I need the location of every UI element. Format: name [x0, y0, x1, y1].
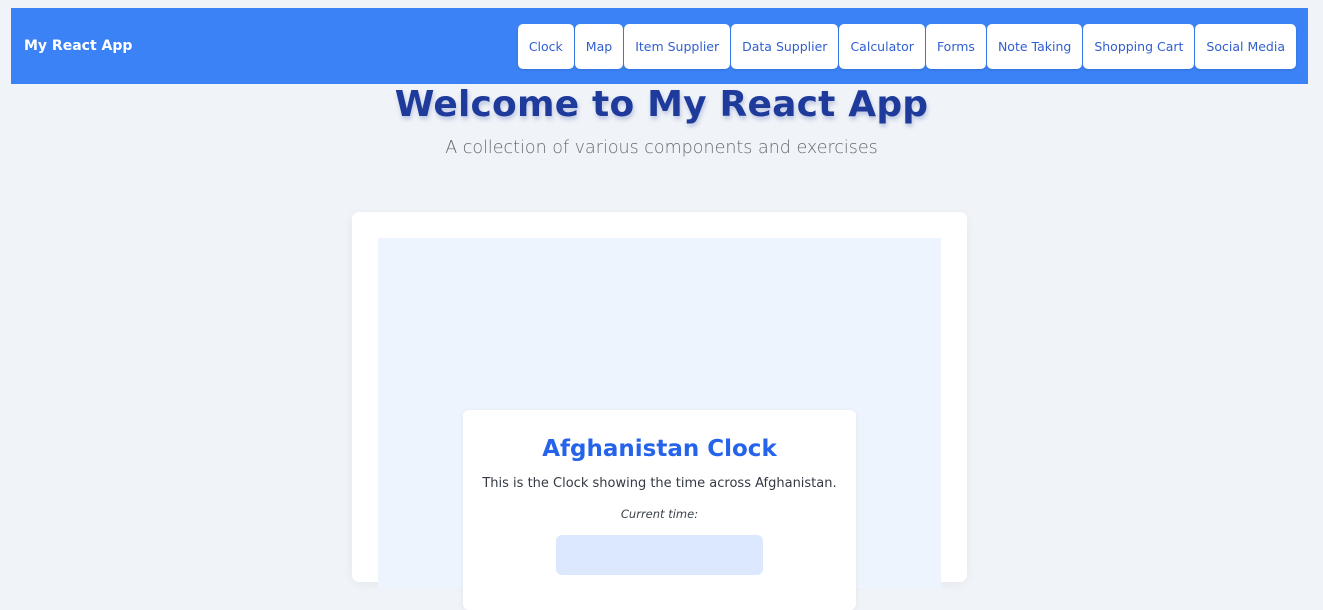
clock-description: This is the Clock showing the time acros… [482, 476, 837, 491]
nav-button-forms[interactable]: Forms [925, 23, 986, 69]
nav-button-clock[interactable]: Clock [517, 23, 574, 69]
page-subtitle: A collection of various components and e… [445, 138, 878, 158]
page-title: Welcome to My React App [394, 84, 929, 125]
nav-button-data-supplier[interactable]: Data Supplier [731, 23, 839, 69]
current-time-label: Current time: [620, 507, 699, 521]
nav-button-item-supplier[interactable]: Item Supplier [624, 23, 731, 69]
time-display-box [556, 535, 763, 575]
nav-button-shopping-cart[interactable]: Shopping Cart [1083, 23, 1195, 69]
brand-logo-text[interactable]: My React App [24, 38, 132, 54]
nav-button-social-media[interactable]: Social Media [1195, 23, 1296, 69]
nav-button-map[interactable]: Map [574, 23, 624, 69]
nav-button-calculator[interactable]: Calculator [839, 23, 925, 69]
component-panel: Afghanistan Clock This is the Clock show… [378, 238, 941, 610]
navbar: My React App Clock Map Item Supplier Dat… [11, 8, 1308, 84]
nav-links: Clock Map Item Supplier Data Supplier Ca… [517, 23, 1296, 69]
clock-card: Afghanistan Clock This is the Clock show… [463, 410, 856, 610]
nav-button-note-taking[interactable]: Note Taking [986, 23, 1083, 69]
component-card: Afghanistan Clock This is the Clock show… [352, 212, 967, 610]
clock-title: Afghanistan Clock [542, 436, 777, 462]
